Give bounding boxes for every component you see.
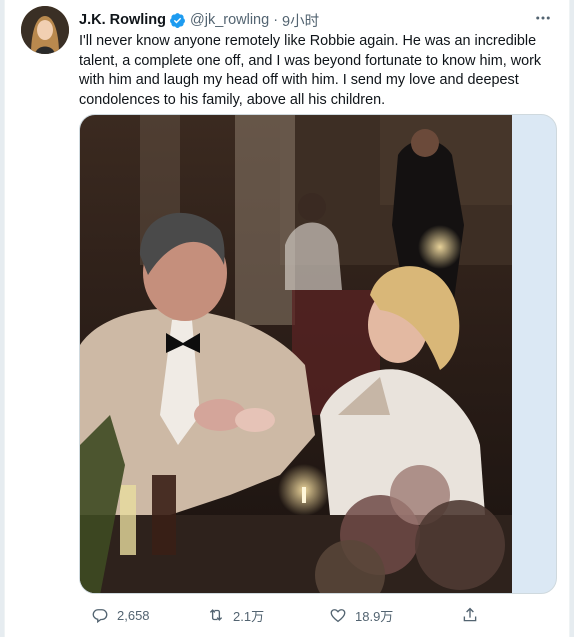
- separator-dot: ·: [273, 12, 279, 28]
- reply-icon: [92, 609, 108, 624]
- tweet-timestamp[interactable]: 9小时: [282, 10, 319, 31]
- reply-button[interactable]: 2,658: [91, 606, 150, 624]
- author-name[interactable]: J.K. Rowling: [79, 12, 166, 28]
- verified-icon: [169, 12, 186, 29]
- more-icon[interactable]: [531, 8, 555, 28]
- share-button[interactable]: [461, 606, 479, 624]
- like-count: 18.9万: [355, 608, 394, 624]
- share-icon: [463, 607, 477, 622]
- photo-image: [80, 115, 512, 593]
- tweet-header: J.K. Rowling @jk_rowling · 9小时: [79, 10, 319, 30]
- author-avatar[interactable]: [21, 6, 69, 54]
- tweet-photo[interactable]: [79, 114, 557, 594]
- tweet-card[interactable]: J.K. Rowling @jk_rowling · 9小时 I'll neve…: [4, 0, 570, 637]
- like-button[interactable]: 18.9万: [329, 606, 393, 625]
- author-handle[interactable]: @jk_rowling: [190, 12, 269, 28]
- retweet-icon: [209, 609, 223, 621]
- tweet-text: I'll never know anyone remotely like Rob…: [79, 33, 542, 108]
- retweet-count: 2.1万: [233, 608, 265, 624]
- reply-count: 2,658: [117, 607, 150, 623]
- retweet-button[interactable]: 2.1万: [207, 606, 264, 625]
- like-icon: [330, 609, 346, 623]
- tweet-actions: 2,658 2.1万 18.9万: [79, 602, 499, 628]
